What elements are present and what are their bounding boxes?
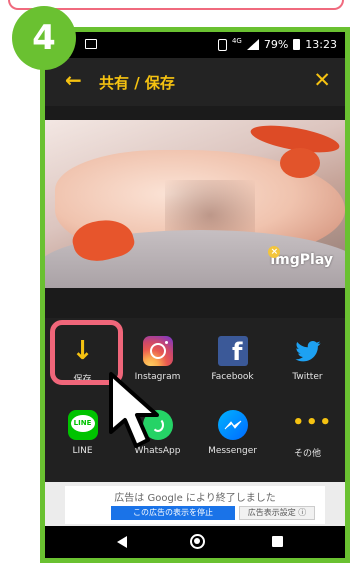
nav-recents-icon[interactable]: [272, 536, 283, 547]
facebook-icon: f: [217, 336, 248, 366]
battery-percent: 79%: [263, 38, 289, 51]
instagram-icon: [142, 336, 173, 366]
share-twitter-button[interactable]: Twitter: [270, 336, 345, 382]
signal-icon: [246, 39, 259, 50]
step-number-badge: 4: [12, 6, 76, 70]
share-item-label: Facebook: [211, 372, 254, 382]
vibrate-icon: [217, 38, 227, 51]
nav-home-icon[interactable]: [190, 534, 205, 549]
close-icon[interactable]: ✕: [313, 68, 331, 92]
share-messenger-button[interactable]: Messenger: [195, 410, 270, 456]
app-bar: ← 共有 / 保存 ✕: [45, 58, 345, 106]
network-type: 4G: [231, 36, 242, 45]
imgplay-watermark[interactable]: × imgPlay: [268, 246, 333, 268]
phone-screen: 4G 79% 13:23 ← 共有 / 保存 ✕ × imgPlay ↓ 保存: [40, 27, 350, 563]
android-nav-bar: [45, 526, 345, 558]
preview-image: × imgPlay: [45, 120, 345, 288]
share-item-label: その他: [293, 449, 321, 459]
ad-message: 広告は Google により終了しました: [114, 493, 276, 504]
share-facebook-button[interactable]: f Facebook: [195, 336, 270, 382]
status-bar: 4G 79% 13:23: [45, 32, 345, 58]
share-more-button[interactable]: ••• その他: [270, 410, 345, 459]
page-title: 共有 / 保存: [99, 74, 175, 92]
nav-back-icon[interactable]: [117, 536, 127, 548]
gallery-icon: [85, 39, 97, 49]
share-item-label: Twitter: [292, 372, 323, 382]
twitter-icon: [293, 336, 323, 366]
messenger-icon: [217, 410, 248, 440]
back-arrow-icon[interactable]: ←: [65, 68, 82, 92]
share-item-label: Messenger: [208, 446, 257, 456]
more-icon: •••: [292, 412, 334, 433]
stop-ad-button[interactable]: この広告の表示を停止: [111, 506, 235, 520]
clock: 13:23: [305, 38, 337, 51]
line-icon: LINE: [67, 410, 98, 440]
ad-banner: 広告は Google により終了しました この広告の表示を停止 広告表示設定 ⓘ: [45, 482, 345, 526]
watermark-text: imgPlay: [270, 252, 333, 268]
pointer-cursor-icon: [109, 372, 159, 448]
battery-icon: [293, 39, 301, 50]
ad-settings-button[interactable]: 広告表示設定 ⓘ: [239, 506, 315, 520]
